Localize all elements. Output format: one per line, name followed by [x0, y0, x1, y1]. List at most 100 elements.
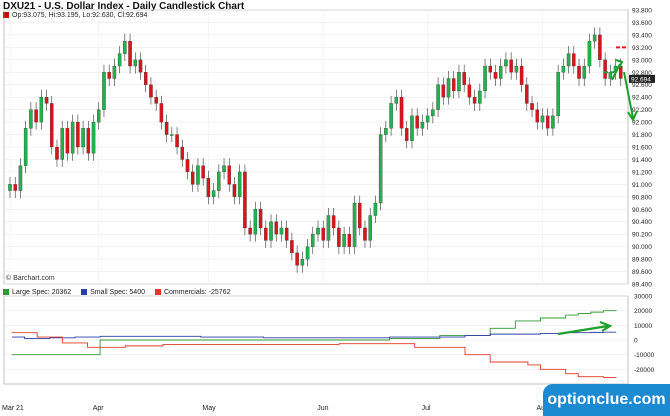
- candle-body: [498, 65, 503, 79]
- candle-body: [556, 72, 560, 117]
- candle-body: [478, 90, 482, 104]
- candle-body: [138, 59, 143, 73]
- candle-body: [441, 84, 446, 98]
- candle-body: [253, 209, 258, 235]
- candle-body: [86, 128, 91, 154]
- cot-series-line: [12, 331, 617, 339]
- candle-body: [603, 59, 607, 79]
- candle-body: [243, 171, 247, 229]
- candle-body: [34, 109, 38, 123]
- candle-body: [436, 84, 440, 110]
- candle-body: [572, 53, 576, 67]
- candle-body: [540, 115, 545, 123]
- price-y-tick: 90.200: [632, 232, 652, 239]
- candle-body: [154, 97, 158, 104]
- candle-body: [29, 109, 33, 129]
- candle-body: [378, 134, 383, 204]
- candle-body: [185, 159, 190, 173]
- candle-body: [342, 234, 346, 247]
- candle-body: [149, 84, 153, 98]
- candle-body: [373, 202, 378, 216]
- candle-body: [8, 184, 12, 191]
- price-y-tick: 90.800: [632, 194, 652, 201]
- candle-body: [227, 165, 232, 185]
- candle-body: [180, 146, 185, 160]
- candle-body: [457, 72, 461, 92]
- price-y-tick: 90.000: [632, 244, 652, 251]
- price-y-tick: 89.800: [632, 257, 652, 264]
- price-y-tick: 91.200: [632, 169, 652, 176]
- price-y-tick: 89.400: [632, 282, 652, 289]
- candle-body: [102, 72, 106, 110]
- candle-body: [389, 103, 393, 129]
- candle-body: [18, 165, 23, 191]
- candle-body: [321, 227, 325, 241]
- candle-body: [50, 103, 54, 148]
- price-y-tick: 93.800: [632, 8, 652, 15]
- candle-body: [551, 115, 555, 129]
- candle-body: [211, 190, 216, 197]
- cot-y-tick: 10000: [634, 323, 652, 330]
- candle-body: [488, 65, 493, 73]
- candle-body: [462, 72, 466, 85]
- candle-body: [76, 121, 80, 148]
- candle-body: [175, 134, 179, 148]
- candle-body: [164, 121, 169, 135]
- candle-body: [493, 72, 498, 79]
- cot-y-tick: -20000: [634, 367, 655, 374]
- price-y-tick: 92.400: [632, 95, 652, 102]
- price-y-tick: 90.600: [632, 207, 652, 214]
- candle-body: [91, 121, 96, 154]
- candle-body: [295, 252, 299, 266]
- candle-body: [404, 128, 409, 141]
- candle-body: [237, 171, 242, 197]
- chart-svg: 93.80093.60093.40093.20093.00092.80092.6…: [2, 8, 655, 412]
- candle-body: [222, 165, 226, 173]
- candle-body: [509, 59, 513, 73]
- price-y-tick: 93.600: [632, 20, 652, 27]
- candle-body: [472, 97, 477, 104]
- candle-body: [598, 34, 602, 60]
- candle-body: [264, 227, 268, 241]
- candle-body: [331, 215, 336, 229]
- candle-body: [467, 84, 472, 98]
- candle-body: [70, 121, 75, 154]
- x-axis-tick: Mar 21: [2, 405, 24, 412]
- candle-body: [217, 171, 221, 191]
- candle-body: [384, 128, 388, 135]
- candle-body: [23, 128, 28, 166]
- candle-body: [44, 97, 49, 104]
- candle-body: [112, 65, 117, 79]
- candle-body: [300, 258, 305, 266]
- price-y-tick: 91.600: [632, 145, 652, 152]
- candle-body: [13, 184, 17, 191]
- cot-y-tick: -10000: [634, 352, 655, 359]
- price-y-tick: 93.400: [632, 32, 652, 39]
- candle-body: [561, 65, 566, 73]
- last-price-label: 92.694: [631, 76, 651, 83]
- candle-body: [143, 72, 148, 85]
- candle-body: [519, 65, 524, 85]
- candle-body: [274, 221, 278, 235]
- candle-body: [232, 184, 237, 197]
- candle-body: [39, 97, 44, 123]
- price-y-tick: 93.000: [632, 57, 652, 64]
- candle-body: [311, 234, 315, 247]
- candle-body: [206, 177, 211, 197]
- x-axis-tick: Jun: [317, 405, 328, 412]
- candle-body: [446, 78, 451, 98]
- candle-body: [525, 84, 529, 104]
- price-y-tick: 91.400: [632, 157, 652, 164]
- candle-body: [358, 202, 362, 229]
- price-y-tick: 89.600: [632, 269, 652, 276]
- candle-body: [592, 34, 597, 42]
- candle-body: [587, 40, 592, 67]
- x-axis-tick: May: [202, 405, 216, 412]
- candle-body: [363, 227, 367, 241]
- candle-body: [415, 115, 419, 129]
- candle-body: [483, 65, 487, 92]
- candle-body: [316, 227, 320, 235]
- candle-body: [55, 146, 59, 160]
- candle-body: [566, 53, 571, 67]
- candle-body: [196, 165, 200, 185]
